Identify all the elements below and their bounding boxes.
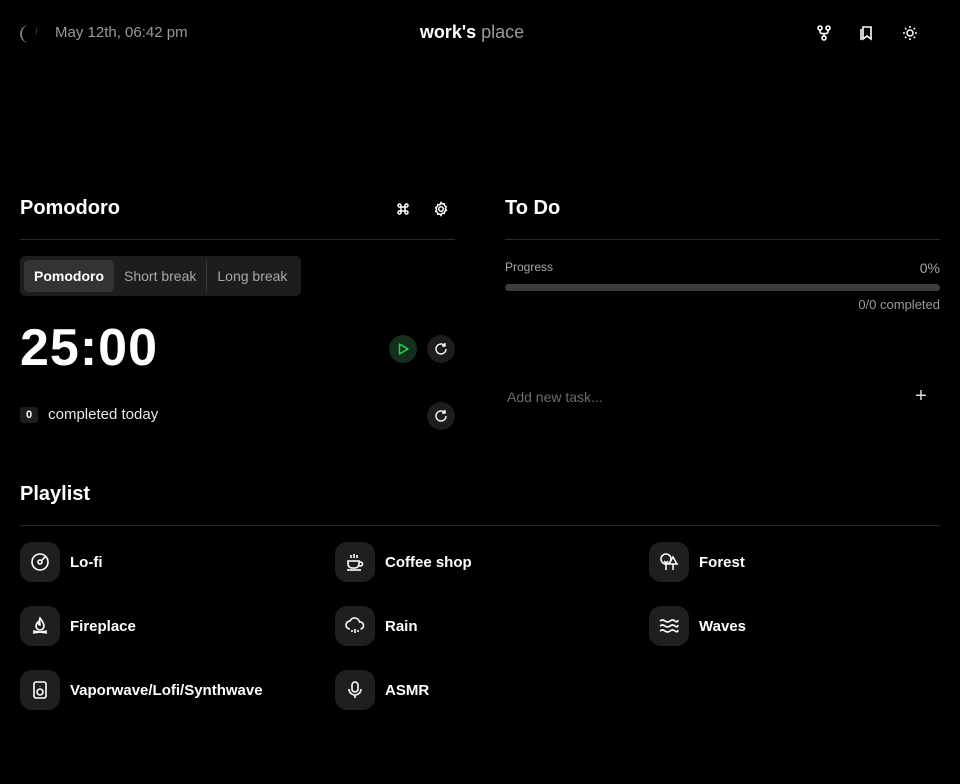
bookmark-icon[interactable] <box>856 22 878 44</box>
header: May 12th, 06:42 pm work's place <box>0 0 960 66</box>
progress-percent: 0% <box>919 260 940 276</box>
timer-display: 25:00 <box>20 319 158 377</box>
divider <box>20 239 455 240</box>
playlist-item-vaporwave[interactable]: Vaporwave/Lofi/Synthwave <box>20 670 263 710</box>
todo-panel: To Do Progress 0% 0/0 completed + <box>505 190 940 406</box>
playlist-item-waves[interactable]: Waves <box>649 606 746 646</box>
playlist-item-asmr[interactable]: ASMR <box>335 670 429 710</box>
speaker-icon <box>20 670 60 710</box>
progress-bar <box>505 284 940 291</box>
tab-short-break[interactable]: Short break <box>114 260 206 292</box>
reset-icon <box>435 343 447 355</box>
pomodoro-panel: Pomodoro Pomodoro Short break Long break… <box>20 190 455 430</box>
cloud-rain-icon <box>335 606 375 646</box>
tab-long-break[interactable]: Long break <box>206 260 297 292</box>
playlist-item-rain[interactable]: Rain <box>335 606 418 646</box>
completed-count-badge: 0 <box>20 406 39 423</box>
page-title: work's place <box>419 22 525 42</box>
pomodoro-title: Pomodoro <box>20 197 120 219</box>
divider <box>505 239 940 240</box>
play-button[interactable] <box>389 335 417 363</box>
add-task-row: + <box>505 386 940 408</box>
waves-icon <box>649 606 689 646</box>
todo-title: To Do <box>505 197 561 219</box>
reset-timer-button[interactable] <box>427 335 455 363</box>
coffee-icon <box>335 542 375 582</box>
play-icon <box>398 343 409 355</box>
add-task-button[interactable]: + <box>910 386 932 408</box>
playlist-item-forest[interactable]: Forest <box>649 542 745 582</box>
completed-tasks: 0/0 completed <box>858 297 940 312</box>
completed-label: completed today <box>48 406 159 423</box>
playlist-item-coffee-shop[interactable]: Coffee shop <box>335 542 472 582</box>
vinyl-icon <box>20 542 60 582</box>
tab-pomodoro[interactable]: Pomodoro <box>24 260 114 292</box>
playlist-item-fireplace[interactable]: Fireplace <box>20 606 136 646</box>
playlist-item-lofi[interactable]: Lo-fi <box>20 542 102 582</box>
sun-icon[interactable] <box>899 22 921 44</box>
playlist-title: Playlist <box>20 483 91 505</box>
flame-icon <box>20 606 60 646</box>
command-icon[interactable] <box>392 198 414 220</box>
trees-icon <box>649 542 689 582</box>
add-task-input[interactable] <box>505 389 885 405</box>
reset-count-button[interactable] <box>427 402 455 430</box>
progress-row: Progress 0% <box>505 260 940 276</box>
microphone-icon <box>335 670 375 710</box>
completed-counter: 0 completed today <box>20 406 158 423</box>
timer-mode-tabs: Pomodoro Short break Long break <box>20 256 302 296</box>
divider <box>20 525 940 526</box>
playlist-panel: Playlist Lo-fi Coffee shop Forest Firepl… <box>20 476 940 710</box>
reset-icon <box>435 410 447 422</box>
progress-label: Progress <box>505 260 554 274</box>
git-fork-icon[interactable] <box>813 22 835 44</box>
gear-icon[interactable] <box>430 198 452 220</box>
